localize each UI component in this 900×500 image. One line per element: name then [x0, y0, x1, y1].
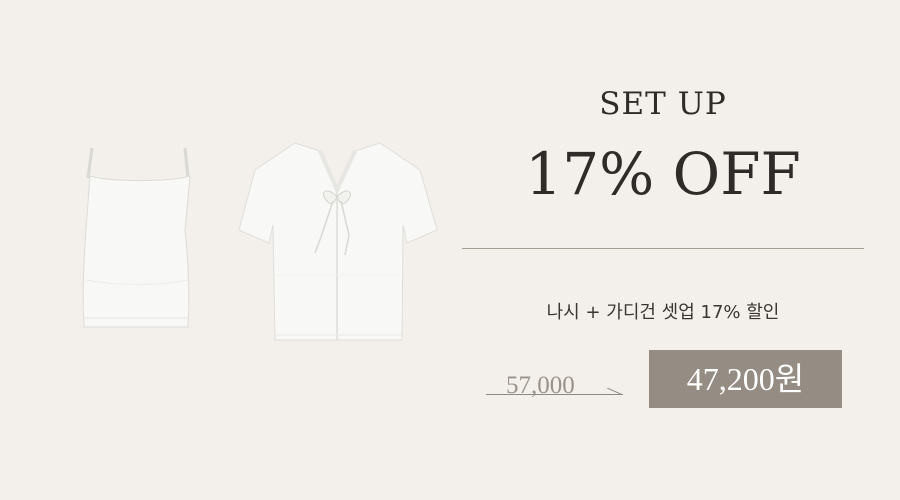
divider — [462, 248, 864, 249]
cardigan-image — [238, 142, 438, 341]
product-images — [60, 130, 460, 360]
set-up-label: SET UP — [599, 86, 727, 122]
arrow-right-icon — [607, 388, 623, 395]
discount-headline: 17% OFF — [525, 140, 801, 208]
sale-price-badge: 47,200원 — [649, 350, 842, 408]
original-price: 57,000 — [506, 372, 575, 399]
original-price-group: 57,000 — [486, 372, 626, 406]
camisole-image — [82, 147, 191, 328]
sale-price: 47,200원 — [686, 361, 805, 397]
strikethrough-line — [486, 394, 623, 395]
product-description: 나시 + 가디건 셋업 17% 할인 — [546, 302, 780, 323]
promo-panel: SET UP 17% OFF 나시 + 가디건 셋업 17% 할인 57,000… — [462, 0, 864, 500]
